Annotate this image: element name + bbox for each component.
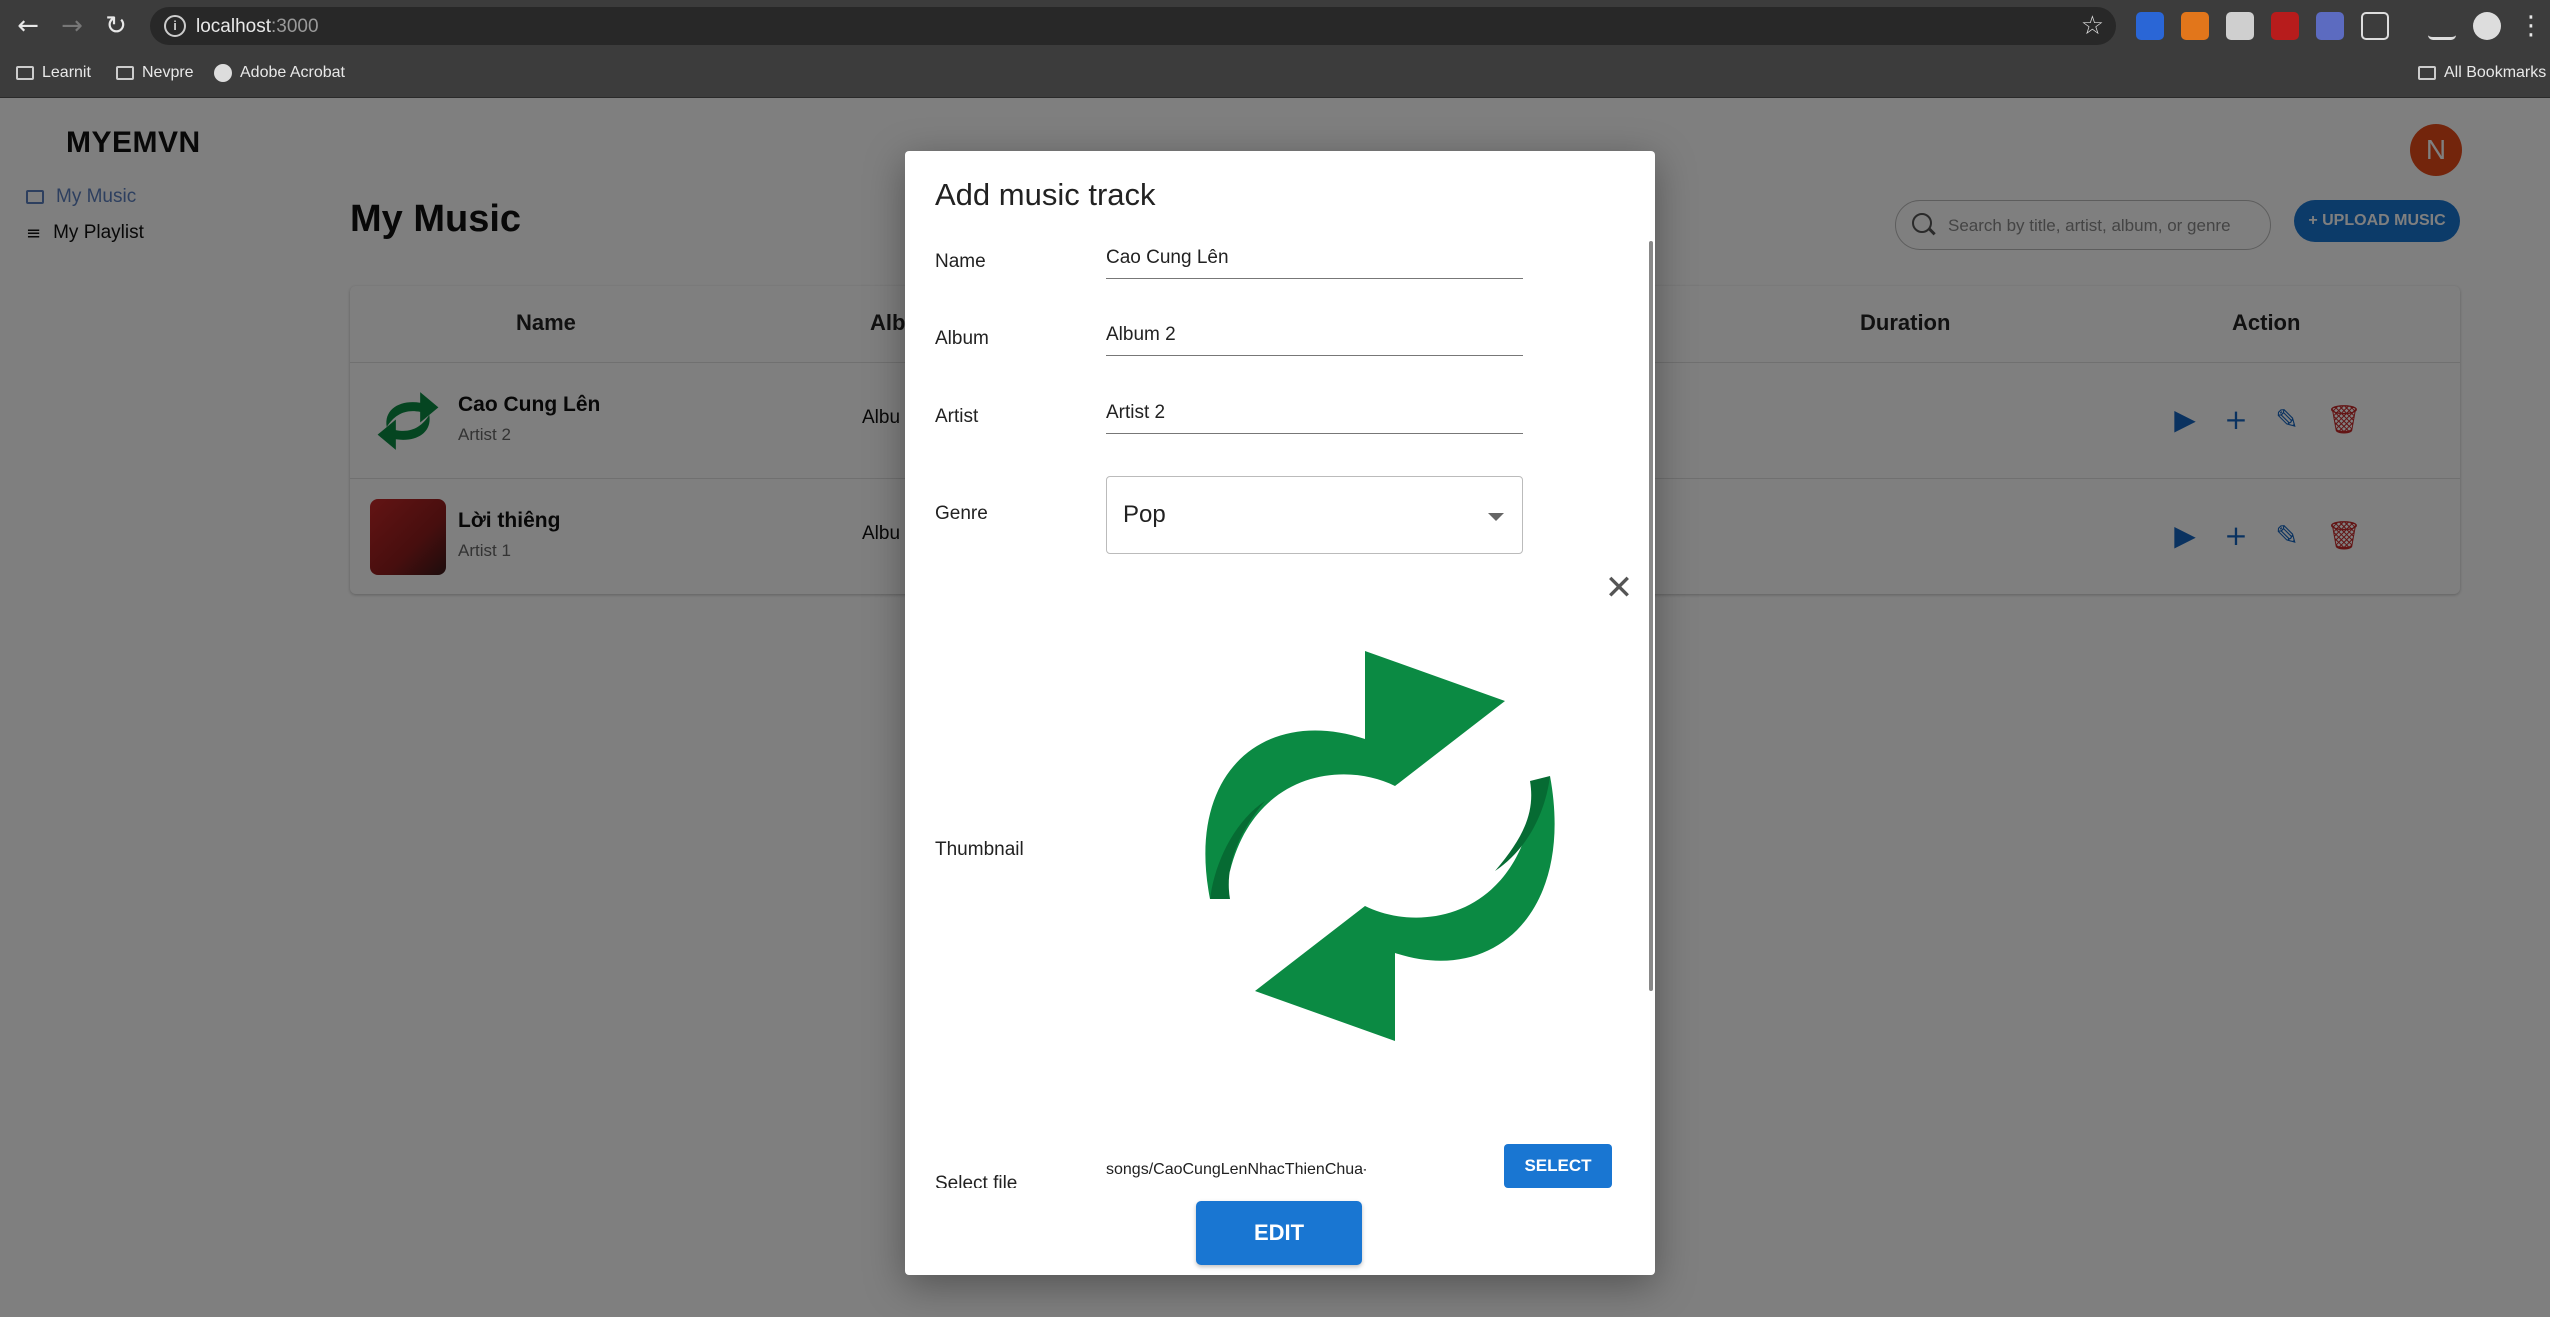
selected-file-path: songs/CaoCungLenNhacThienChua- [1106, 1161, 1366, 1178]
artist-label: Artist [935, 406, 979, 427]
bookmarks-bar: Learnit Nevpre Adobe Acrobat All Bookmar… [0, 52, 2550, 98]
back-icon[interactable]: ← [10, 8, 46, 44]
bookmark-nevpre[interactable]: Nevpre [116, 64, 194, 82]
caret-down-icon [1488, 513, 1504, 521]
metamask-extension-icon[interactable] [2181, 12, 2209, 40]
profile-icon[interactable] [2473, 12, 2501, 40]
menu-kebab-icon[interactable]: ⋮ [2518, 8, 2544, 44]
translate-extension-icon[interactable] [2136, 12, 2164, 40]
bookmark-learnit[interactable]: Learnit [16, 64, 91, 82]
folder-icon [2418, 66, 2436, 80]
name-label: Name [935, 251, 986, 272]
site-info-icon[interactable]: i [164, 15, 186, 37]
add-track-dialog: Add music track Name Cao Cung Lên Album … [905, 151, 1655, 1275]
download-icon[interactable] [2428, 12, 2456, 40]
extensions-puzzle-icon[interactable] [2361, 12, 2389, 40]
genre-selected-value: Pop [1123, 501, 1166, 528]
thumbnail-label: Thumbnail [935, 839, 1024, 860]
thumbnail-preview-refresh-icon [1195, 621, 1565, 1071]
folder-icon [16, 66, 34, 80]
address-bar[interactable]: i localhost:3000 ☆ [150, 7, 2116, 45]
artist-field[interactable]: Artist 2 [1106, 398, 1523, 434]
reload-icon[interactable]: ↻ [98, 8, 134, 44]
bookmark-star-icon[interactable]: ☆ [2081, 11, 2104, 41]
album-label: Album [935, 328, 989, 349]
dialog-title: Add music track [935, 177, 1156, 212]
browser-toolbar: ← → ↻ i localhost:3000 ☆ ⋮ [0, 0, 2550, 52]
forward-icon[interactable]: → [54, 8, 90, 44]
folder-icon [116, 66, 134, 80]
url-text: localhost:3000 [196, 16, 319, 37]
globe-icon [214, 64, 232, 82]
dialog-scrollbar[interactable] [1649, 241, 1653, 991]
genre-label: Genre [935, 503, 988, 524]
select-file-button[interactable]: SELECT [1504, 1144, 1612, 1188]
edit-button[interactable]: EDIT [1196, 1201, 1362, 1265]
pen-extension-icon[interactable] [2316, 12, 2344, 40]
shield-extension-icon[interactable] [2226, 12, 2254, 40]
album-field[interactable]: Album 2 [1106, 320, 1523, 356]
name-field[interactable]: Cao Cung Lên [1106, 243, 1523, 279]
all-bookmarks[interactable]: All Bookmarks [2418, 64, 2546, 82]
genre-select[interactable]: Pop [1106, 476, 1523, 554]
bookmark-adobe-acrobat[interactable]: Adobe Acrobat [214, 64, 345, 82]
remove-thumbnail-close-icon[interactable]: ✕ [1601, 570, 1637, 606]
ublock-extension-icon[interactable] [2271, 12, 2299, 40]
